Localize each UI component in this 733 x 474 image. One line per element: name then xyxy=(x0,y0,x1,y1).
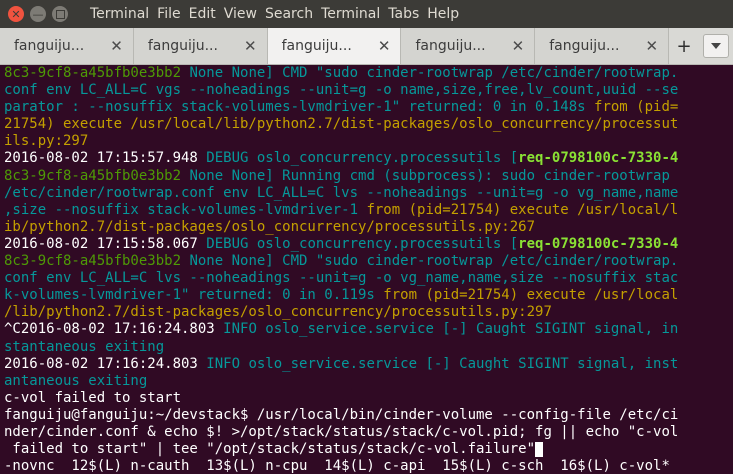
terminal-text: stantaneous exiting xyxy=(4,338,165,355)
terminal-text: INFO oslo_service.service [-] Caught SIG… xyxy=(206,355,679,372)
terminal-line: k-volumes-lvmdriver-1" returned: 0 in 0.… xyxy=(4,287,733,304)
close-icon[interactable]: ✕ xyxy=(378,37,391,55)
menu-search[interactable]: Search xyxy=(265,6,313,22)
terminal-line: 8c3-9cf8-a45bfb0e3bb2 None None] Running… xyxy=(4,168,733,185)
close-icon[interactable]: ✕ xyxy=(244,37,257,55)
terminal-text: 2016-08-02 17:16:24.803 xyxy=(4,355,207,372)
terminal-line: ib/python2.7/dist-packages/oslo_concurre… xyxy=(4,219,733,236)
terminal-text: ils.py:297 xyxy=(4,133,89,150)
tab-label: fanguiju... xyxy=(415,38,486,54)
menu-terminal-app[interactable]: Terminal xyxy=(90,6,149,22)
terminal-text: req-0798100c-7330-4 xyxy=(518,235,679,252)
tab-2[interactable]: fanguiju... ✕ xyxy=(133,28,268,64)
menu-view[interactable]: View xyxy=(224,6,257,22)
menu-list: Terminal File Edit View Search Terminal … xyxy=(90,6,467,22)
menu-help[interactable]: Help xyxy=(427,6,459,22)
menu-bar: ✕ — Terminal File Edit View Search Termi… xyxy=(0,0,733,28)
menu-file[interactable]: File xyxy=(157,6,180,22)
terminal-text: conf env LC_ALL=C lvs --noheadings --uni… xyxy=(4,270,679,287)
terminal-text: from (pid=21754) execute /usr/local xyxy=(383,287,679,304)
terminal-line: /etc/cinder/rootwrap.conf env LC_ALL=C l… xyxy=(4,185,733,202)
terminal-text: INFO oslo_service.service [-] Caught SIG… xyxy=(223,321,679,338)
terminal-text: None None] CMD "sudo cinder-rootwrap /et… xyxy=(189,65,679,81)
tab-label: fanguiju... xyxy=(549,38,620,54)
tab-3-active[interactable]: fanguiju... ✕ xyxy=(267,28,402,64)
terminal-text: parator : --nosuffix stack-volumes-lvmdr… xyxy=(4,99,595,116)
terminal-line: ,size --nosuffix stack-volumes-lvmdriver… xyxy=(4,202,733,219)
terminal-line: nder/cinder.conf & echo $! >/opt/stack/s… xyxy=(4,424,733,441)
chevron-down-icon xyxy=(710,43,721,49)
terminal-text: c-vol failed to start xyxy=(4,389,182,406)
maximize-icon xyxy=(55,9,65,19)
terminal-text: 21754) execute /usr/local/lib/python2.7/… xyxy=(4,116,679,133)
terminal-text: from (pid=21754) execute /usr/local/l xyxy=(366,201,679,218)
terminal-text: None None] CMD "sudo cinder-rootwrap /et… xyxy=(189,253,679,270)
terminal-line: failed to start" | tee "/opt/stack/statu… xyxy=(4,441,733,458)
terminal-text: k-volumes-lvmdriver-1" returned: 0 in 0.… xyxy=(4,287,384,304)
menu-tabs[interactable]: Tabs xyxy=(388,6,419,22)
menu-terminal[interactable]: Terminal xyxy=(321,6,380,22)
tab-4[interactable]: fanguiju... ✕ xyxy=(401,28,536,64)
window-close-button[interactable]: ✕ xyxy=(8,6,24,22)
terminal-text: 2016-08-02 17:15:58.067 xyxy=(4,235,207,252)
terminal-text: antaneous exiting xyxy=(4,372,148,389)
tab-label: fanguiju... xyxy=(147,38,218,54)
terminal-text: failed to start" | tee "/opt/stack/statu… xyxy=(4,441,536,458)
close-icon[interactable]: ✕ xyxy=(645,37,658,55)
terminal-line: conf env LC_ALL=C vgs --noheadings --uni… xyxy=(4,82,733,99)
terminal-text: -novnc 12$(L) n-cauth 13$(L) n-cpu 14$(L… xyxy=(4,458,670,474)
terminal-line: stantaneous exiting xyxy=(4,339,733,356)
terminal-text: None None] Running cmd (subprocess): sud… xyxy=(189,167,670,184)
terminal-line: conf env LC_ALL=C lvs --noheadings --uni… xyxy=(4,270,733,287)
terminal-text: /lib/python2.7/dist-packages/oslo_concur… xyxy=(4,304,552,321)
terminal-text: 8c3-9cf8-a45bfb0e3bb2 xyxy=(4,65,190,81)
terminal-line: 2016-08-02 17:15:57.948 DEBUG oslo_concu… xyxy=(4,150,733,167)
terminal-text: DEBUG oslo_concurrency.processutils [ xyxy=(206,150,519,167)
terminal-line: -novnc 12$(L) n-cauth 13$(L) n-cpu 14$(L… xyxy=(4,458,733,474)
terminal-text: 8c3-9cf8-a45bfb0e3bb2 xyxy=(4,253,190,270)
terminal-text: conf env LC_ALL=C vgs --noheadings --uni… xyxy=(4,82,679,99)
close-icon[interactable]: ✕ xyxy=(110,37,123,55)
terminal-line: 2016-08-02 17:15:58.067 DEBUG oslo_concu… xyxy=(4,236,733,253)
terminal-text: 8c3-9cf8-a45bfb0e3bb2 xyxy=(4,167,190,184)
menu-edit[interactable]: Edit xyxy=(189,6,216,22)
tab-list-dropdown-button[interactable] xyxy=(703,34,729,58)
terminal-text: /etc/cinder/rootwrap.conf env LC_ALL=C l… xyxy=(4,184,679,201)
terminal-line: 2016-08-02 17:16:24.803 INFO oslo_servic… xyxy=(4,356,733,373)
terminal-text: ,size --nosuffix stack-volumes-lvmdriver… xyxy=(4,201,367,218)
new-tab-button[interactable]: + xyxy=(669,28,699,64)
tab-label: fanguiju... xyxy=(14,38,85,54)
terminal-output[interactable]: 8c3-9cf8-a45bfb0e3bb2 None None] CMD "su… xyxy=(0,65,733,474)
terminal-line: fanguiju@fanguiju:~/devstack$ /usr/local… xyxy=(4,407,733,424)
terminal-line: /lib/python2.7/dist-packages/oslo_concur… xyxy=(4,304,733,321)
terminal-line: ils.py:297 xyxy=(4,133,733,150)
terminal-text: fanguiju@fanguiju:~/devstack$ /usr/local… xyxy=(4,406,679,423)
terminal-text: nder/cinder.conf & echo $! >/opt/stack/s… xyxy=(4,423,679,440)
terminal-text: DEBUG oslo_concurrency.processutils [ xyxy=(206,235,519,252)
tab-label: fanguiju... xyxy=(281,38,352,54)
terminal-line: antaneous exiting xyxy=(4,373,733,390)
terminal-text: ^C2016-08-02 17:16:24.803 xyxy=(4,321,224,338)
terminal-text: from (pid= xyxy=(594,99,679,116)
tab-5[interactable]: fanguiju... ✕ xyxy=(535,28,670,64)
terminal-line: ^C2016-08-02 17:16:24.803 INFO oslo_serv… xyxy=(4,321,733,338)
tab-bar: fanguiju... ✕ fanguiju... ✕ fanguiju... … xyxy=(0,28,733,65)
terminal-line: 8c3-9cf8-a45bfb0e3bb2 None None] CMD "su… xyxy=(4,253,733,270)
terminal-text: req-0798100c-7330-4 xyxy=(518,150,679,167)
terminal-text: ib/python2.7/dist-packages/oslo_concurre… xyxy=(4,218,536,235)
terminal-text: 2016-08-02 17:15:57.948 xyxy=(4,150,207,167)
window-minimize-button[interactable]: — xyxy=(30,6,46,22)
terminal-line: 21754) execute /usr/local/lib/python2.7/… xyxy=(4,116,733,133)
tab-1[interactable]: fanguiju... ✕ xyxy=(0,28,134,64)
terminal-line: 8c3-9cf8-a45bfb0e3bb2 None None] CMD "su… xyxy=(4,65,733,82)
terminal-line: parator : --nosuffix stack-volumes-lvmdr… xyxy=(4,99,733,116)
text-cursor xyxy=(535,441,544,457)
close-icon[interactable]: ✕ xyxy=(512,37,525,55)
terminal-line: c-vol failed to start xyxy=(4,390,733,407)
window-maximize-button[interactable] xyxy=(52,6,68,22)
